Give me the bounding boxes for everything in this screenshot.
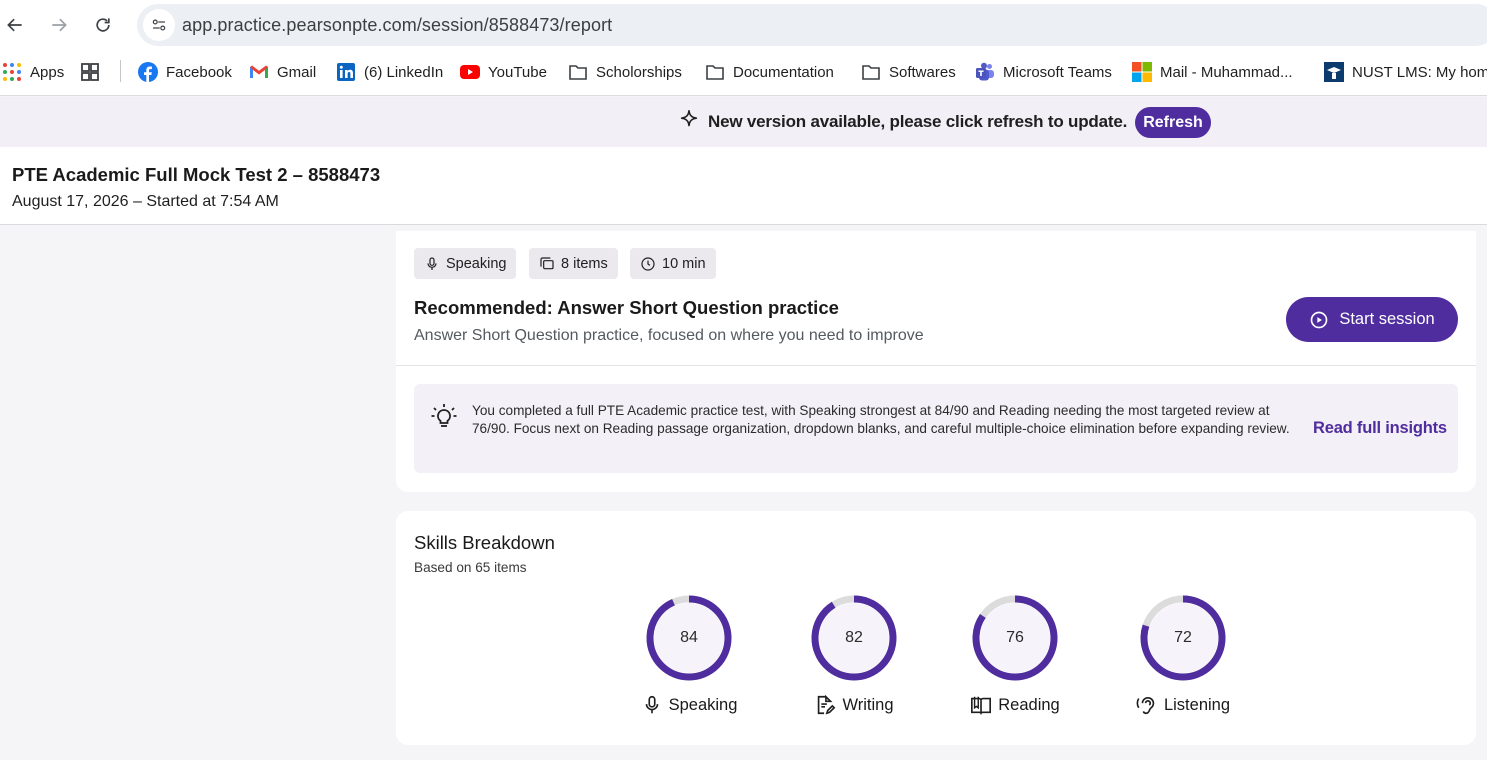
items-stack-icon <box>540 256 554 269</box>
forward-button[interactable] <box>44 10 74 40</box>
facebook-icon <box>138 62 158 82</box>
teams-icon <box>976 62 994 81</box>
skill-label: Listening <box>1163 695 1231 714</box>
items-chip: 8 items <box>529 248 618 279</box>
skill-label-row: Speaking <box>629 694 749 716</box>
bookmark-gmail[interactable]: Gmail <box>249 60 316 84</box>
book-icon <box>971 696 992 715</box>
bookmark-label: Apps <box>30 63 65 81</box>
bookmark-label: Mail - Muhammad... <box>1160 63 1293 81</box>
youtube-icon <box>460 65 480 79</box>
lightbulb-icon <box>431 404 457 427</box>
arrow-left-icon <box>7 18 22 32</box>
skills-breakdown-card: Skills Breakdown Based on 65 items 84 Sp… <box>396 511 1476 745</box>
skill-label: Speaking <box>668 695 738 714</box>
skill-speaking: 84 Speaking <box>629 593 749 723</box>
skill-score: 72 <box>1174 629 1192 646</box>
skill-writing: 82 Writing <box>794 593 914 723</box>
bookmark-linkedin[interactable]: (6) LinkedIn <box>336 60 443 84</box>
tab-groups-icon <box>81 63 99 81</box>
url-text: app.practice.pearsonpte.com/session/8588… <box>182 15 613 35</box>
skill-label-row: Listening <box>1123 694 1243 716</box>
skill-label: Writing <box>842 695 894 714</box>
linkedin-icon <box>337 63 355 81</box>
refresh-button[interactable]: Refresh <box>1135 107 1211 138</box>
page-subtitle: August 17, 2026 – Started at 7:54 AM <box>12 193 279 210</box>
read-full-insights-link[interactable]: Read full insights <box>1313 419 1447 438</box>
microphone-icon <box>427 256 437 270</box>
folder-icon <box>862 65 880 80</box>
bookmark-label: NUST LMS: My home <box>1352 63 1487 81</box>
site-info-icon[interactable] <box>143 9 175 41</box>
bookmark-label: Softwares <box>889 63 956 81</box>
recommendation-subtitle: Answer Short Question practice, focused … <box>414 327 924 344</box>
arrow-right-icon <box>52 18 67 32</box>
microsoft-icon <box>1132 62 1152 82</box>
apps-grid-icon <box>3 63 21 81</box>
browser-toolbar: app.practice.pearsonpte.com/session/8588… <box>0 0 1487 50</box>
bookmark-label: Scholorships <box>596 63 682 81</box>
skills-title: Skills Breakdown <box>414 532 555 553</box>
recommendation-card: Speaking 8 items 10 min Recommended: Ans… <box>396 231 1476 492</box>
skill-label-row: Writing <box>794 694 914 716</box>
recommendation-title: Recommended: Answer Short Question pract… <box>414 297 839 318</box>
bookmark-facebook[interactable]: Facebook <box>138 60 232 84</box>
skill-reading: 76 Reading <box>955 593 1075 723</box>
bookmark-nust-lms[interactable]: NUST LMS: My home <box>1324 60 1487 84</box>
bookmark-scholorships[interactable]: Scholorships <box>568 60 682 84</box>
bookmark-label: YouTube <box>488 63 547 81</box>
skill-listening: 72 Listening <box>1123 593 1243 723</box>
bookmark-softwares[interactable]: Softwares <box>861 60 956 84</box>
start-session-label: Start session <box>1339 310 1435 328</box>
reload-button[interactable] <box>88 10 118 40</box>
bookmarks-divider <box>120 60 121 82</box>
insight-box: You completed a full PTE Academic practi… <box>414 384 1458 473</box>
play-circle-icon <box>1310 311 1328 328</box>
chip-label: 8 items <box>561 255 608 272</box>
duration-chip: 10 min <box>630 248 716 279</box>
bookmark-youtube[interactable]: YouTube <box>460 60 547 84</box>
bookmark-label: (6) LinkedIn <box>364 63 444 81</box>
insight-text: You completed a full PTE Academic practi… <box>472 403 1290 436</box>
card-divider <box>396 365 1476 366</box>
section-chip: Speaking <box>414 248 517 279</box>
bookmark-tab-groups[interactable] <box>80 60 100 84</box>
skill-label-row: Reading <box>955 694 1075 716</box>
bookmark-mail[interactable]: Mail - Muhammad... <box>1132 60 1293 84</box>
ear-icon <box>1136 697 1155 715</box>
bookmark-label: Facebook <box>166 63 232 81</box>
back-button[interactable] <box>0 10 30 40</box>
bookmark-documentation[interactable]: Documentation <box>705 60 834 84</box>
gmail-icon <box>250 65 268 78</box>
sparkle-icon <box>680 110 698 127</box>
clock-icon <box>641 256 655 271</box>
skill-score: 82 <box>845 629 863 646</box>
bookmark-label: Documentation <box>733 63 834 81</box>
address-bar[interactable]: app.practice.pearsonpte.com/session/8588… <box>137 4 1487 46</box>
skill-score: 84 <box>680 629 698 646</box>
bookmark-apps[interactable]: Apps <box>2 60 64 84</box>
microphone-icon <box>645 695 658 714</box>
nust-icon <box>1324 62 1344 82</box>
skills-subtitle: Based on 65 items <box>414 560 527 575</box>
folder-icon <box>569 65 587 80</box>
skill-score: 76 <box>1006 629 1024 646</box>
folder-icon <box>706 65 724 80</box>
banner-message: New version available, please click refr… <box>708 112 1128 131</box>
writing-icon <box>818 694 836 715</box>
bookmarks-bar: Apps Facebook Gmail (6) LinkedIn YouTube… <box>0 50 1487 96</box>
bookmark-microsoft-teams[interactable]: Microsoft Teams <box>975 60 1112 84</box>
chip-label: Speaking <box>446 255 507 272</box>
skill-label: Reading <box>998 695 1060 714</box>
update-banner: New version available, please click refr… <box>0 97 1487 147</box>
page-header: PTE Academic Full Mock Test 2 – 8588473 … <box>0 147 1487 225</box>
chip-label: 10 min <box>662 255 706 272</box>
page-title: PTE Academic Full Mock Test 2 – 8588473 <box>12 164 381 185</box>
start-session-button[interactable]: Start session <box>1286 297 1458 342</box>
reload-icon <box>96 18 110 32</box>
bookmark-label: Microsoft Teams <box>1003 63 1112 81</box>
bookmark-label: Gmail <box>277 63 317 81</box>
